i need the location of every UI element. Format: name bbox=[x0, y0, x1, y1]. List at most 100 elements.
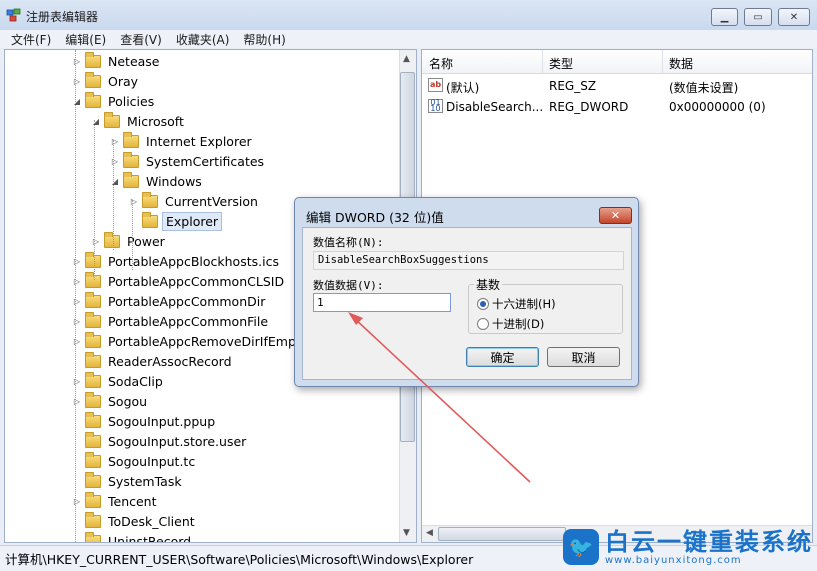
expanded-arrow-icon[interactable]: ◢ bbox=[109, 177, 121, 186]
collapsed-arrow-icon[interactable]: ▷ bbox=[109, 137, 121, 146]
collapsed-arrow-icon[interactable]: ▷ bbox=[71, 317, 83, 326]
ok-button[interactable]: 确定 bbox=[466, 347, 539, 367]
tree-item[interactable]: ◢ Policies bbox=[71, 91, 157, 111]
tree-item[interactable]: ▷ Sogou bbox=[71, 391, 150, 411]
regedit-app-icon bbox=[6, 8, 21, 22]
list-row[interactable]: 01 10 DisableSearch... REG_DWORD 0x000000… bbox=[422, 97, 812, 117]
close-button[interactable]: ✕ bbox=[778, 8, 810, 26]
watermark-logo: 🐦 白云一键重装系统 www.baiyunxitong.com bbox=[563, 525, 813, 569]
tree-item[interactable]: ReaderAssocRecord bbox=[71, 351, 235, 371]
column-type-header[interactable]: 类型 bbox=[549, 55, 573, 72]
folder-icon bbox=[123, 151, 139, 168]
collapsed-arrow-icon[interactable]: ▷ bbox=[71, 277, 83, 286]
collapsed-arrow-icon[interactable]: ▷ bbox=[71, 257, 83, 266]
tree-item[interactable]: ▷ Power bbox=[90, 231, 168, 251]
window-title: 注册表编辑器 bbox=[26, 10, 99, 24]
column-separator[interactable] bbox=[542, 50, 543, 74]
value-data-input[interactable]: 1 bbox=[313, 293, 451, 312]
collapsed-arrow-icon[interactable]: ▷ bbox=[71, 77, 83, 86]
tree-item[interactable]: ▷ PortableAppcCommonFile bbox=[71, 311, 271, 331]
tree-item[interactable]: ◢ Windows bbox=[109, 171, 205, 191]
tree-item[interactable]: ▷ Netease bbox=[71, 51, 163, 71]
column-separator[interactable] bbox=[662, 50, 663, 74]
tree-item-label: PortableAppcCommonCLSID bbox=[108, 273, 285, 289]
scroll-left-arrow-icon[interactable]: ◀ bbox=[426, 528, 433, 538]
tree-item[interactable]: ToDesk_Client bbox=[71, 511, 198, 531]
list-scroll-thumb[interactable] bbox=[438, 527, 566, 541]
collapsed-arrow-icon[interactable]: ▷ bbox=[109, 157, 121, 166]
tree-item[interactable]: SogouInput.store.user bbox=[71, 431, 249, 451]
tree-item[interactable]: ▷ Tencent bbox=[71, 491, 160, 511]
close-icon: ✕ bbox=[789, 11, 799, 23]
tree-item-label: SogouInput.ppup bbox=[108, 413, 216, 429]
tree-item-label: Sogou bbox=[108, 393, 148, 409]
dec-radio-option[interactable]: 十进制(D) bbox=[477, 316, 544, 332]
list-row[interactable]: ab (默认) REG_SZ (数值未设置) bbox=[422, 76, 812, 96]
value-data: 0x00000000 (0) bbox=[669, 100, 766, 114]
expanded-arrow-icon[interactable]: ◢ bbox=[90, 117, 102, 126]
tree-item-label: UninstRecord bbox=[108, 533, 192, 543]
hex-radio-option[interactable]: 十六进制(H) bbox=[477, 296, 556, 312]
tree-item[interactable]: Explorer bbox=[128, 211, 223, 231]
dialog-close-button[interactable]: ✕ bbox=[599, 207, 632, 224]
tree-item[interactable]: ▷ PortableAppcRemoveDirIfEmpty bbox=[71, 331, 311, 351]
tree-item[interactable]: ▷ Internet Explorer bbox=[109, 131, 255, 151]
watermark-title: 白云一键重装系统 bbox=[605, 527, 813, 556]
base-label: 基数 bbox=[474, 276, 503, 293]
tree-item[interactable]: ▷ Oray bbox=[71, 71, 141, 91]
tree-item[interactable]: ▷ SystemCertificates bbox=[109, 151, 267, 171]
value-type: REG_SZ bbox=[549, 79, 597, 93]
minimize-button[interactable]: ▁ bbox=[711, 8, 738, 26]
tree-item-label: SodaClip bbox=[108, 373, 163, 389]
tree-item[interactable]: SystemTask bbox=[71, 471, 185, 491]
folder-icon bbox=[85, 51, 101, 68]
menu-file[interactable]: 文件(F) bbox=[4, 31, 58, 48]
folder-icon bbox=[104, 231, 120, 248]
cancel-button[interactable]: 取消 bbox=[547, 347, 620, 367]
menu-edit[interactable]: 编辑(E) bbox=[58, 31, 113, 48]
scroll-up-arrow-icon[interactable]: ▲ bbox=[403, 54, 410, 64]
menu-help[interactable]: 帮助(H) bbox=[236, 31, 292, 48]
menu-view[interactable]: 查看(V) bbox=[113, 31, 169, 48]
tree-item[interactable]: ▷ PortableAppcCommonDir bbox=[71, 291, 268, 311]
close-icon: ✕ bbox=[610, 209, 621, 222]
tree-item[interactable]: ▷ PortableAppcCommonCLSID bbox=[71, 271, 287, 291]
tree-guide-line bbox=[132, 200, 133, 270]
tree-item[interactable]: ▷ SodaClip bbox=[71, 371, 166, 391]
bird-logo-icon: 🐦 bbox=[563, 529, 599, 565]
collapsed-arrow-icon[interactable]: ▷ bbox=[71, 397, 83, 406]
column-data-header[interactable]: 数据 bbox=[669, 55, 693, 72]
collapsed-arrow-icon[interactable]: ▷ bbox=[71, 57, 83, 66]
hex-radio-label: 十六进制(H) bbox=[492, 297, 556, 311]
string-value-icon: ab bbox=[428, 78, 443, 92]
dword-value-icon: 01 10 bbox=[428, 99, 443, 113]
dec-radio-label: 十进制(D) bbox=[492, 317, 545, 331]
tree-item-label: PortableAppcCommonFile bbox=[108, 313, 269, 329]
tree-item-label: CurrentVersion bbox=[165, 193, 258, 209]
collapsed-arrow-icon[interactable]: ▷ bbox=[71, 297, 83, 306]
collapsed-arrow-icon[interactable]: ▷ bbox=[90, 237, 102, 246]
collapsed-arrow-icon[interactable]: ▷ bbox=[71, 377, 83, 386]
maximize-button[interactable]: ▭ bbox=[744, 8, 772, 26]
tree-item[interactable]: UninstRecord bbox=[71, 531, 194, 543]
column-name-header[interactable]: 名称 bbox=[429, 55, 453, 72]
menu-favorites[interactable]: 收藏夹(A) bbox=[169, 31, 237, 48]
tree-item[interactable]: ▷ CurrentVersion bbox=[128, 191, 261, 211]
expanded-arrow-icon[interactable]: ◢ bbox=[71, 97, 83, 106]
tree-item[interactable]: SogouInput.tc bbox=[71, 451, 198, 471]
tree-item[interactable]: ◢ Microsoft bbox=[90, 111, 187, 131]
collapsed-arrow-icon[interactable]: ▷ bbox=[71, 337, 83, 346]
collapsed-arrow-icon[interactable]: ▷ bbox=[71, 497, 83, 506]
collapsed-arrow-icon[interactable]: ▷ bbox=[128, 197, 140, 206]
folder-icon bbox=[142, 191, 158, 208]
scroll-down-arrow-icon[interactable]: ▼ bbox=[403, 528, 410, 538]
tree-item-label: PortableAppcCommonDir bbox=[108, 293, 266, 309]
minimize-icon: ▁ bbox=[720, 11, 729, 23]
tree-item[interactable]: SogouInput.ppup bbox=[71, 411, 218, 431]
tree-item-label: ReaderAssocRecord bbox=[108, 353, 232, 369]
hex-radio[interactable] bbox=[477, 298, 489, 310]
folder-icon bbox=[85, 451, 101, 468]
tree-item[interactable]: ▷ PortableAppcBlockhosts.ics bbox=[71, 251, 282, 271]
dec-radio[interactable] bbox=[477, 318, 489, 330]
tree-item-label: SystemCertificates bbox=[146, 153, 265, 169]
